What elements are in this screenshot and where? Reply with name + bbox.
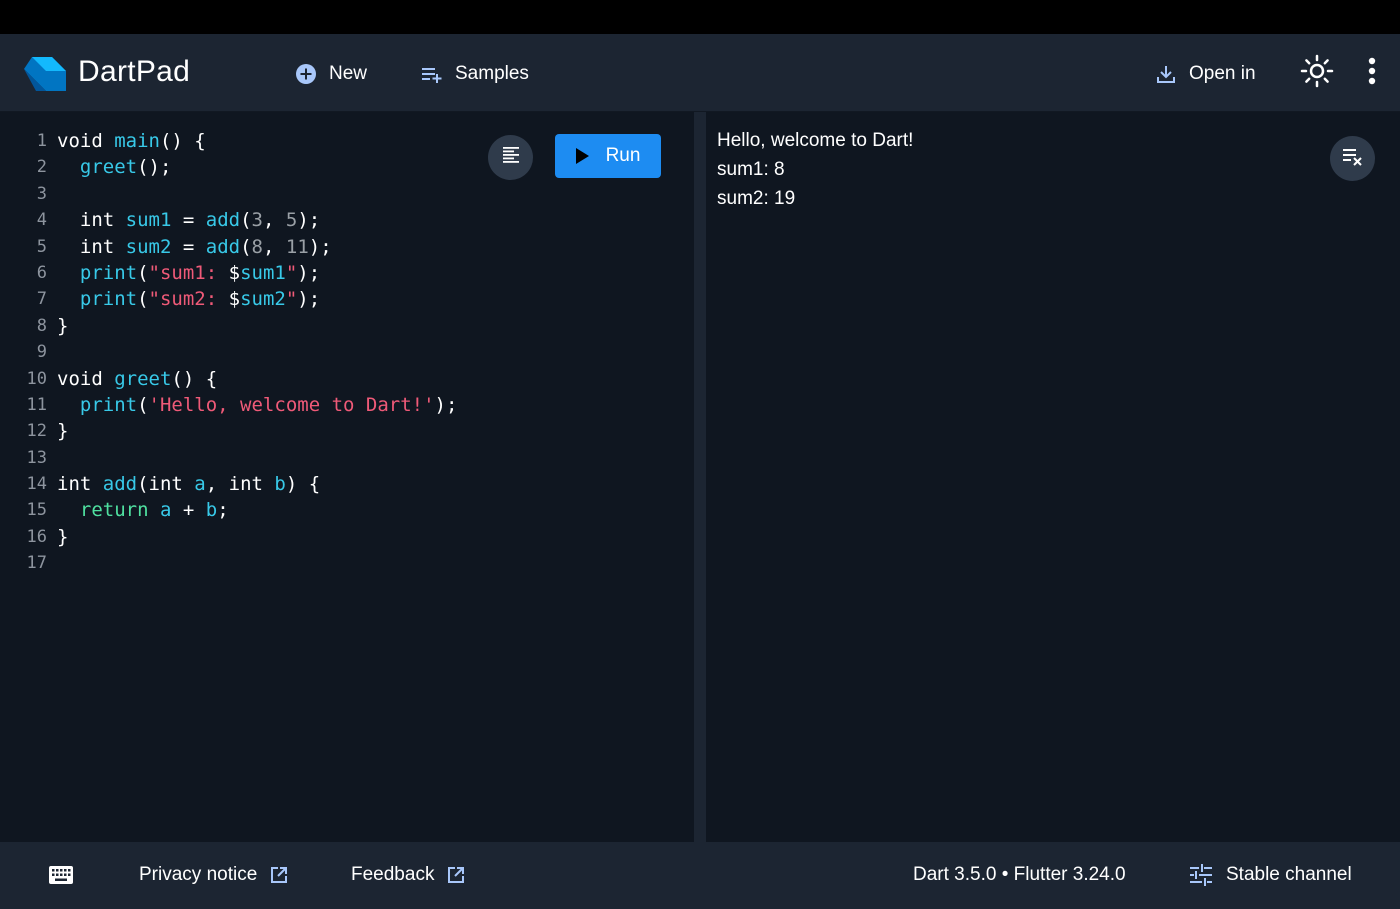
code-line: 15 return a + b; [0, 497, 457, 523]
run-button[interactable]: Run [555, 134, 661, 178]
code-line: 8} [0, 313, 457, 339]
code-line: 17 [0, 550, 457, 576]
app-header: DartPad New Samples Open in [0, 34, 1400, 112]
line-number: 10 [26, 368, 47, 389]
code-editor[interactable]: 1 void main() { 2 greet(); 3 4 int sum1 =… [0, 112, 694, 842]
code-line: 14 int add(int a, int b) { [0, 471, 457, 497]
line-number: 3 [36, 183, 47, 204]
code-line: 9 [0, 339, 457, 365]
split-divider[interactable] [694, 112, 706, 842]
run-label: Run [605, 145, 641, 166]
code-line: 4 int sum1 = add(3, 5); [0, 207, 457, 233]
brightness-icon [1300, 54, 1334, 93]
play-icon [575, 148, 589, 164]
line-number: 17 [26, 553, 47, 574]
feedback-label: Feedback [351, 864, 435, 885]
new-button[interactable]: New [295, 60, 367, 88]
line-number: 13 [26, 447, 47, 468]
samples-label: Samples [455, 63, 529, 84]
code-line: 13 [0, 445, 457, 471]
samples-button[interactable]: Samples [421, 60, 529, 88]
more-vert-icon [1368, 57, 1376, 90]
feedback-link[interactable]: Feedback [351, 864, 465, 886]
output-line: Hello, welcome to Dart! [717, 130, 914, 151]
output-text: Hello, welcome to Dart! sum1: 8 sum2: 19 [717, 126, 913, 213]
code-line: 7 print("sum2: $sum2"); [0, 286, 457, 312]
line-number: 6 [36, 262, 47, 283]
privacy-notice-label: Privacy notice [139, 864, 258, 885]
dart-logo-icon [22, 51, 68, 97]
line-number: 2 [36, 157, 47, 178]
channel-selector[interactable]: Stable channel [1189, 864, 1352, 886]
more-options-button[interactable] [1360, 56, 1384, 90]
line-number: 8 [36, 315, 47, 336]
line-number: 16 [26, 526, 47, 547]
download-icon [1155, 63, 1177, 85]
output-line: sum1: 8 [717, 159, 785, 180]
line-number: 5 [36, 236, 47, 257]
code-line: 3 [0, 181, 457, 207]
code-line: 10 void greet() { [0, 366, 457, 392]
line-number: 12 [26, 421, 47, 442]
theme-toggle-button[interactable] [1298, 54, 1336, 92]
code-line: 11 print('Hello, welcome to Dart!'); [0, 392, 458, 418]
open-in-new-icon [270, 866, 288, 884]
line-number: 11 [26, 394, 47, 415]
output-line: sum2: 19 [717, 188, 796, 209]
app-title: DartPad [78, 55, 191, 88]
code-line: 5 int sum2 = add(8, 11); [0, 234, 457, 260]
line-number: 4 [36, 210, 47, 231]
clear-console-button[interactable] [1330, 136, 1375, 181]
playlist-add-icon [421, 63, 443, 85]
privacy-notice-link[interactable]: Privacy notice [139, 864, 288, 886]
open-in-button[interactable]: Open in [1155, 60, 1256, 88]
line-number: 15 [26, 500, 47, 521]
line-number: 14 [26, 474, 47, 495]
code-line: 16} [0, 524, 457, 550]
plus-circle-icon [295, 63, 317, 85]
keyboard-shortcuts-button[interactable] [49, 866, 73, 890]
new-label: New [329, 63, 368, 84]
clear-output-icon [1341, 145, 1365, 172]
line-number: 1 [36, 131, 47, 151]
format-align-icon [501, 145, 521, 170]
open-in-label: Open in [1189, 63, 1256, 84]
code-line: 2 greet(); [0, 154, 457, 180]
code-lines[interactable]: 1 void main() { 2 greet(); 3 4 int sum1 =… [0, 128, 458, 577]
app-footer: Privacy notice Feedback Dart 3.5.0 • Flu… [0, 842, 1400, 909]
channel-label: Stable channel [1226, 864, 1352, 885]
keyboard-icon [49, 866, 73, 890]
code-line: 1 void main() { [0, 128, 457, 154]
code-line: 6 print("sum1: $sum1"); [0, 260, 457, 286]
line-number: 9 [36, 342, 47, 363]
tune-icon [1189, 864, 1213, 886]
version-info: Dart 3.5.0 • Flutter 3.24.0 [913, 864, 1126, 885]
open-in-new-icon [447, 866, 465, 884]
console-output: Hello, welcome to Dart! sum1: 8 sum2: 19 [706, 112, 1400, 842]
code-line: 12} [0, 418, 457, 444]
line-number: 7 [36, 289, 47, 310]
format-button[interactable] [488, 135, 533, 180]
